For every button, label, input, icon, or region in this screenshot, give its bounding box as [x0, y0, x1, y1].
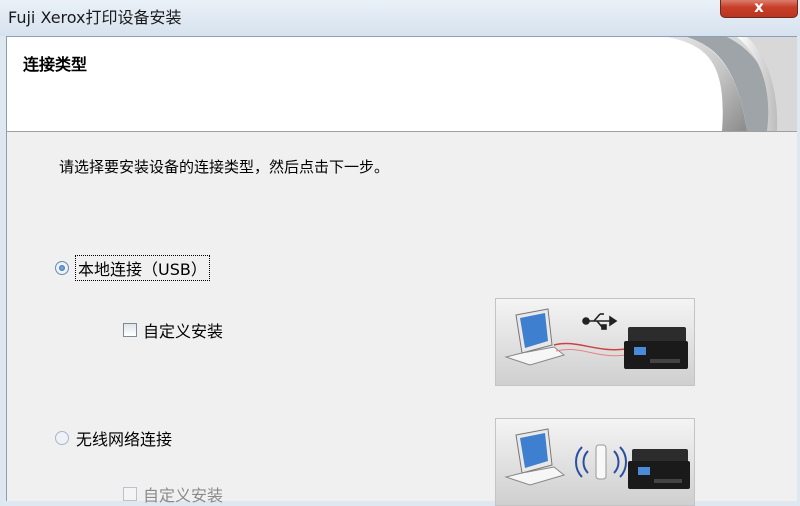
radio-button[interactable] [55, 261, 69, 275]
wizard-body: 请选择要安装设备的连接类型，然后点击下一步。 本地连接（USB） 自定义安装 无… [7, 132, 797, 506]
usb-connection-illustration [495, 298, 695, 386]
instruction-text: 请选择要安装设备的连接类型，然后点击下一步。 [59, 158, 390, 176]
window-titlebar[interactable]: Fuji Xerox打印设备安装 x [0, 0, 800, 36]
printer-icon [628, 449, 690, 489]
checkbox-box[interactable] [123, 323, 137, 337]
page-title: 连接类型 [23, 55, 88, 74]
close-icon: x [754, 0, 764, 16]
close-button[interactable]: x [720, 0, 798, 18]
checkbox-label[interactable]: 自定义安装 [143, 318, 223, 342]
radio-usb-label[interactable]: 本地连接（USB） [75, 255, 210, 281]
radio-wireless-connection[interactable]: 无线网络连接 [55, 426, 172, 450]
wizard-header: 连接类型 [7, 37, 797, 132]
window-title: Fuji Xerox打印设备安装 [8, 8, 182, 27]
checkbox-label[interactable]: 自定义安装 [143, 482, 223, 506]
router-icon [595, 444, 607, 480]
dialog-frame: 连接类型 请选择要安装设备的连接类型，然后点击下一步。 本地连接（USB） 自定… [6, 36, 797, 506]
laptop-icon [504, 428, 566, 486]
laptop-icon [504, 308, 566, 366]
checkbox-box[interactable] [123, 487, 137, 501]
page-curl-graphic [627, 37, 797, 131]
printer-icon [624, 327, 688, 369]
wireless-connection-illustration [495, 418, 695, 506]
usb-icon [582, 313, 618, 330]
checkbox-custom-install-usb[interactable]: 自定义安装 [123, 318, 223, 342]
checkbox-custom-install-wireless[interactable]: 自定义安装 [123, 482, 223, 506]
radio-usb-connection[interactable]: 本地连接（USB） [55, 255, 210, 281]
radio-button[interactable] [55, 431, 69, 445]
radio-wireless-label[interactable]: 无线网络连接 [76, 426, 172, 450]
